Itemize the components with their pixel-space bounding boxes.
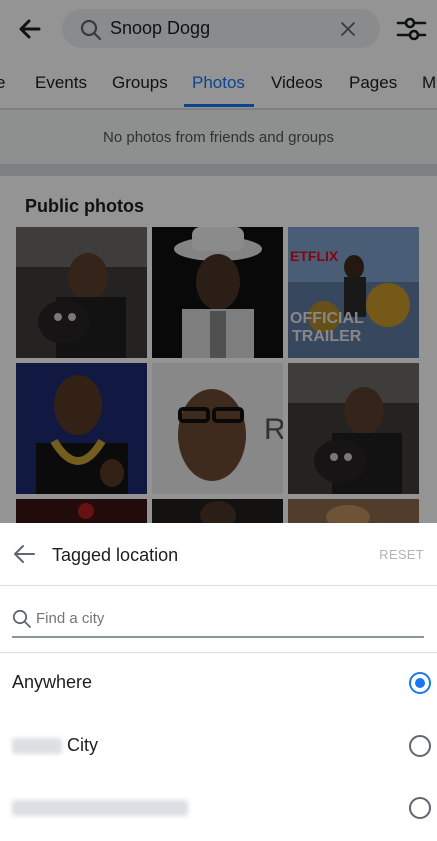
sheet-header: Tagged location RESET [0,523,437,586]
sheet-back-button[interactable] [10,541,38,567]
location-option-anywhere[interactable]: Anywhere [0,654,437,716]
redacted-text [12,800,188,817]
option-label [12,797,188,818]
option-label: City [12,735,98,756]
location-option-redacted[interactable] [0,779,437,841]
back-arrow-icon [14,545,35,563]
radio-selected-icon[interactable] [409,672,431,694]
radio-icon[interactable] [409,735,431,757]
modal-backdrop[interactable] [0,0,437,523]
option-label: Anywhere [12,672,93,692]
sheet-title: Tagged location [52,545,179,565]
reset-button[interactable]: RESET [379,547,424,562]
input-underline [12,636,424,638]
radio-icon[interactable] [409,797,431,819]
city-search-field[interactable] [0,586,437,653]
redacted-text [12,738,62,755]
tagged-location-sheet: Tagged location RESET Anywhere City [0,523,437,833]
location-option-city[interactable]: City [0,717,437,779]
option-city-label: City [67,735,99,755]
city-search-input[interactable] [36,610,396,627]
search-icon [12,609,31,628]
search-results-screen: Snoop Dogg e Events Groups Photos Videos… [0,0,437,523]
